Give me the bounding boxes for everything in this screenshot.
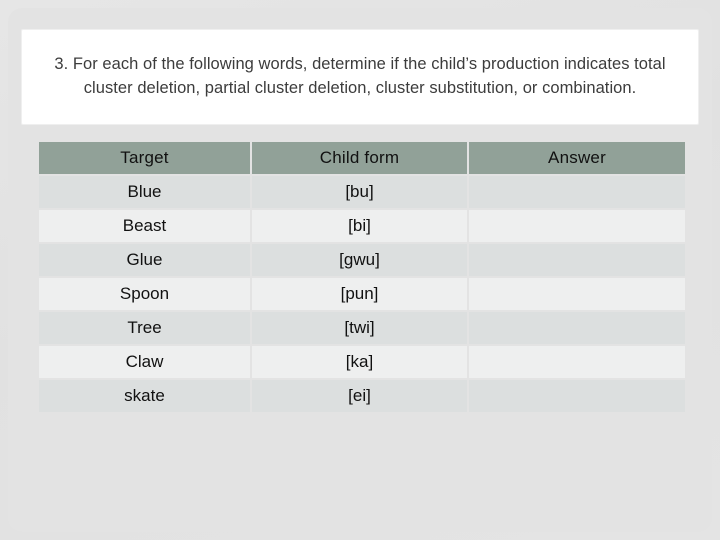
cell-target: skate bbox=[39, 380, 250, 412]
table-header-row: Target Child form Answer bbox=[39, 142, 685, 174]
question-prompt-card: 3. For each of the following words, dete… bbox=[21, 29, 699, 125]
cell-target: Tree bbox=[39, 312, 250, 344]
cell-answer[interactable] bbox=[469, 176, 685, 208]
worksheet-table-container: Target Child form Answer Blue [bu] Beast [b… bbox=[37, 140, 685, 414]
cell-target: Spoon bbox=[39, 278, 250, 310]
cell-child-form: [bu] bbox=[252, 176, 467, 208]
table-row: Beast [bi] bbox=[39, 210, 685, 242]
table-row: Spoon [pun] bbox=[39, 278, 685, 310]
cell-answer[interactable] bbox=[469, 380, 685, 412]
cell-target: Beast bbox=[39, 210, 250, 242]
table-header: Target Child form Answer bbox=[39, 142, 685, 174]
cell-answer[interactable] bbox=[469, 244, 685, 276]
cell-target: Claw bbox=[39, 346, 250, 378]
slide-canvas: 3. For each of the following words, dete… bbox=[0, 0, 720, 540]
table-row: Blue [bu] bbox=[39, 176, 685, 208]
cell-answer[interactable] bbox=[469, 278, 685, 310]
column-header-answer: Answer bbox=[469, 142, 685, 174]
cell-child-form: [ei] bbox=[252, 380, 467, 412]
worksheet-table: Target Child form Answer Blue [bu] Beast [b… bbox=[37, 140, 687, 414]
cell-answer[interactable] bbox=[469, 312, 685, 344]
table-row: Glue [gwu] bbox=[39, 244, 685, 276]
table-row: skate [ei] bbox=[39, 380, 685, 412]
cell-answer[interactable] bbox=[469, 346, 685, 378]
table-row: Claw [ka] bbox=[39, 346, 685, 378]
column-header-target: Target bbox=[39, 142, 250, 174]
question-prompt-text: 3. For each of the following words, dete… bbox=[54, 55, 666, 97]
cell-child-form: [gwu] bbox=[252, 244, 467, 276]
cell-answer[interactable] bbox=[469, 210, 685, 242]
cell-child-form: [twi] bbox=[252, 312, 467, 344]
table-body: Blue [bu] Beast [bi] Glue [gwu] Spoon [pun] Tree… bbox=[39, 176, 685, 412]
column-header-child-form: Child form bbox=[252, 142, 467, 174]
cell-child-form: [pun] bbox=[252, 278, 467, 310]
table-row: Tree [twi] bbox=[39, 312, 685, 344]
cell-child-form: [bi] bbox=[252, 210, 467, 242]
cell-target: Glue bbox=[39, 244, 250, 276]
cell-child-form: [ka] bbox=[252, 346, 467, 378]
cell-target: Blue bbox=[39, 176, 250, 208]
